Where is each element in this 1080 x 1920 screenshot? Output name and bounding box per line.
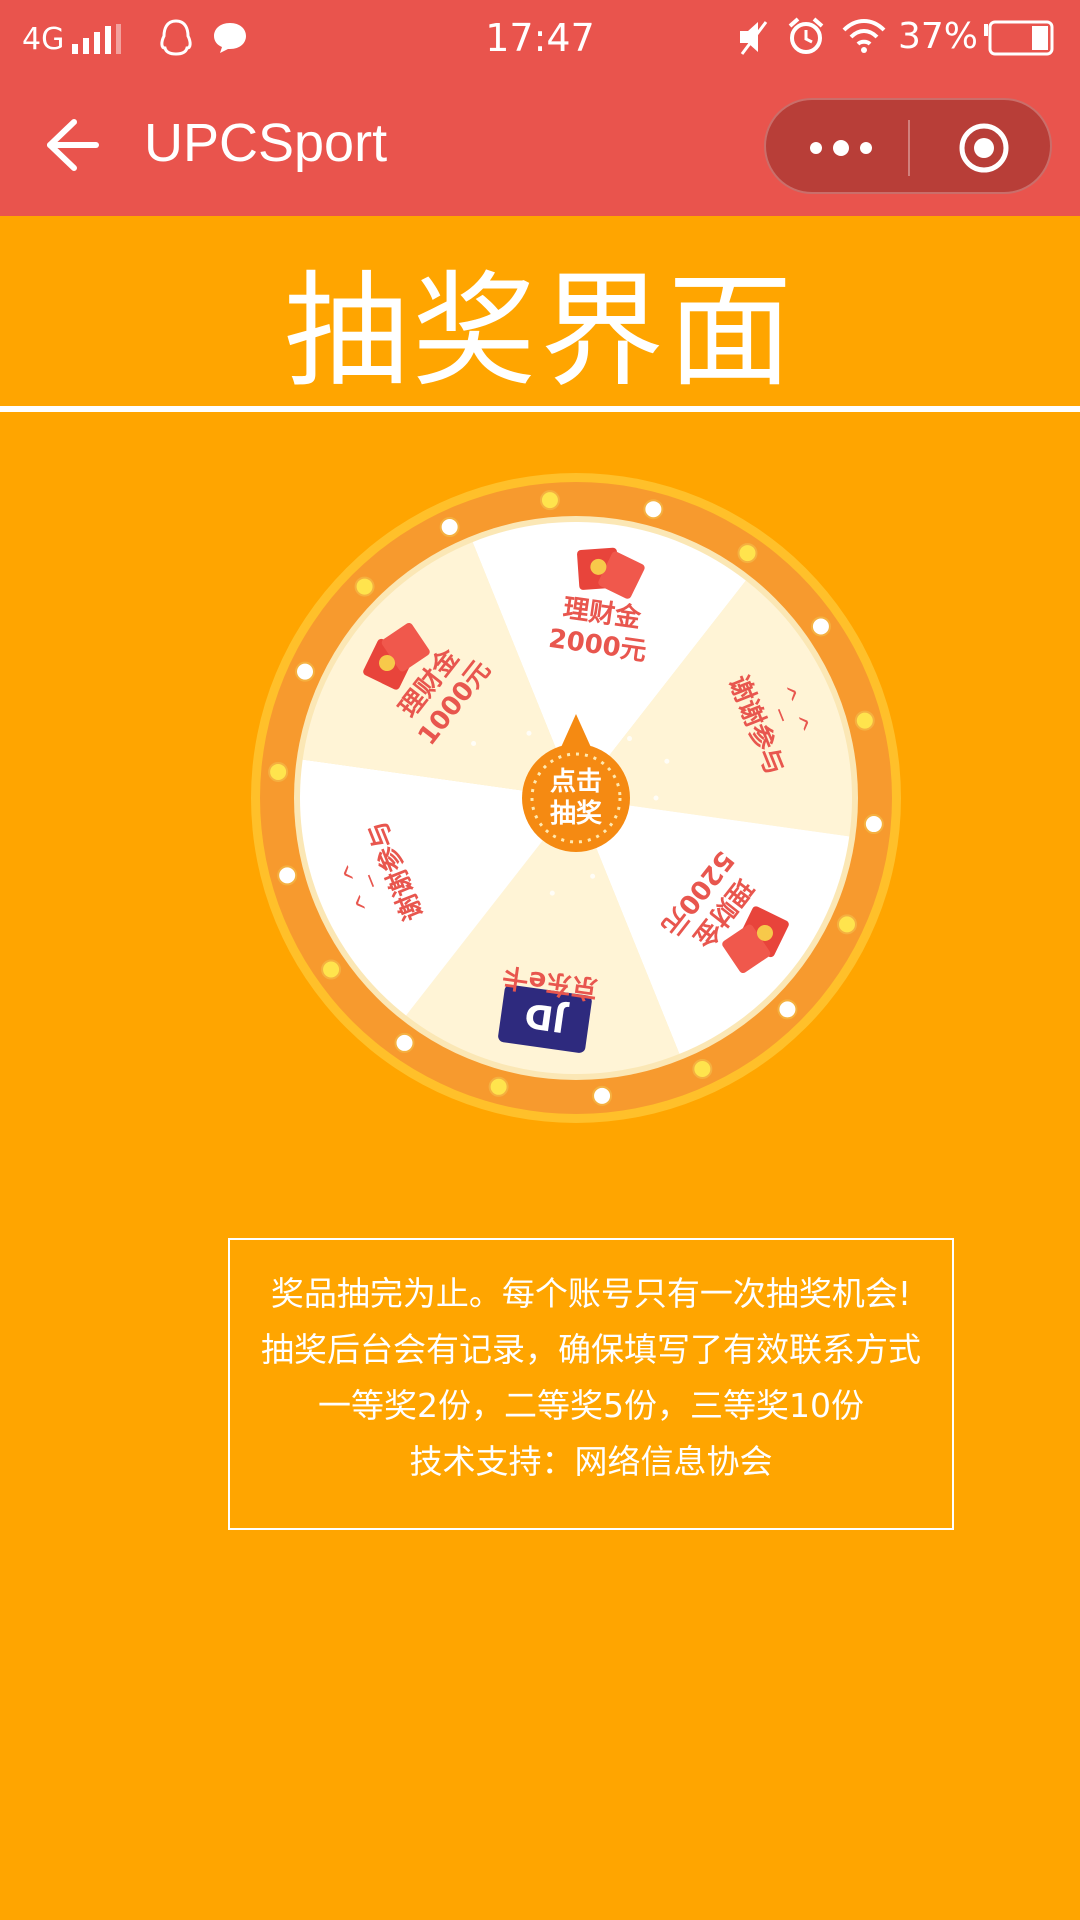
sparkle-dot: [500, 828, 506, 834]
alarm-icon: [788, 17, 824, 54]
rim-light: [321, 959, 342, 980]
nav-title: UPCSport: [144, 113, 388, 173]
sparkle-dot: [644, 886, 650, 892]
draw-button-outer: [522, 744, 630, 852]
sparkle-dot: [475, 792, 481, 798]
rim-light: [592, 1085, 613, 1106]
rim-light: [737, 543, 758, 564]
rim-light: [643, 499, 664, 520]
rim-light: [295, 661, 316, 682]
segment-label-group: JD京东e卡: [498, 961, 600, 1053]
sparkle-dot: [498, 884, 504, 890]
notice-line-4: 技术支持：网络信息协会: [409, 1442, 773, 1481]
sparkle-dot: [590, 873, 596, 879]
sparkle-dot: [526, 730, 532, 736]
sparkle-dot: [556, 698, 562, 704]
draw-button-line-1: 点击: [550, 766, 602, 797]
capsule-divider: [908, 120, 910, 176]
status-bar: 4G 17:47 37%: [0, 0, 1080, 76]
title-divider: [0, 406, 1080, 412]
rim-light: [810, 616, 831, 637]
rim-light: [277, 865, 298, 886]
rim-light: [539, 490, 560, 511]
wifi-icon: [842, 19, 886, 53]
draw-button-line-2: 抽奖: [550, 798, 603, 829]
rim-light: [836, 914, 857, 935]
back-arrow-icon[interactable]: [44, 118, 100, 172]
svg-text:JD: JD: [522, 994, 570, 1040]
mute-icon: [740, 21, 768, 55]
rim-light: [268, 761, 289, 782]
battery-icon: [984, 20, 1054, 56]
notice-line-3: 一等奖2份，二等奖5份，三等奖10份: [318, 1386, 864, 1425]
sparkle-dot: [627, 736, 633, 742]
nav-bar: UPCSport: [0, 76, 1080, 216]
sparkle-dot: [661, 838, 667, 844]
rim-light: [692, 1058, 713, 1079]
lottery-wheel: 理财金2000元^_^谢谢参与理财金5200元JD京东e卡^_^谢谢参与理财金1…: [251, 473, 901, 1123]
sparkle-dot: [549, 890, 555, 896]
close-target-icon[interactable]: [956, 120, 1012, 176]
rim-light: [777, 999, 798, 1020]
notice-line-1: 奖品抽完为止。每个账号只有一次抽奖机会!: [270, 1274, 912, 1313]
notice-box: 奖品抽完为止。每个账号只有一次抽奖机会! 抽奖后台会有记录，确保填写了有效联系方…: [228, 1238, 954, 1530]
mini-program-capsule: [764, 98, 1052, 194]
notice-line-2: 抽奖后台会有记录，确保填写了有效联系方式: [261, 1330, 921, 1369]
page-title: 抽奖界面: [283, 260, 796, 404]
rim-light: [394, 1032, 415, 1053]
sparkle-dot: [605, 683, 611, 689]
rim-light: [854, 710, 875, 731]
sparkle-dot: [653, 795, 659, 801]
sparkle-dot: [664, 758, 670, 764]
more-dots-icon[interactable]: [806, 128, 876, 168]
rim-light: [354, 576, 375, 597]
battery-percent: 37%: [898, 16, 979, 57]
rim-light: [488, 1076, 509, 1097]
sparkle-dot: [471, 741, 477, 747]
rim-light: [863, 814, 884, 835]
rim-light: [439, 517, 460, 538]
